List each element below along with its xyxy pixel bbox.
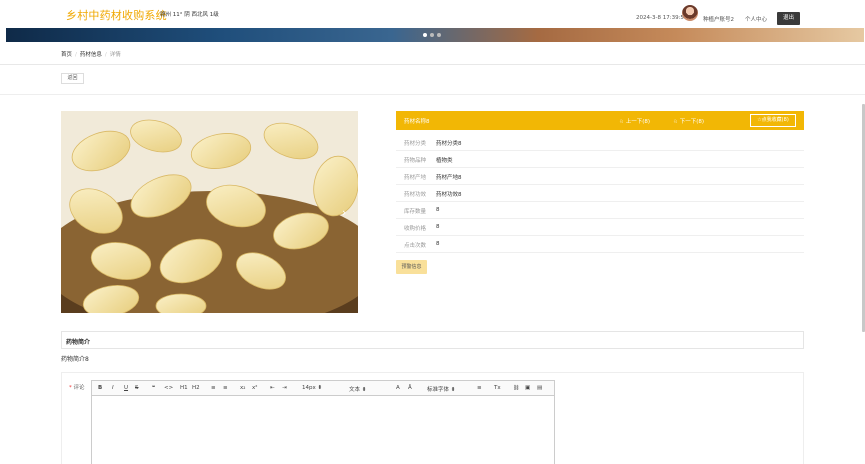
comment-editor[interactable]: B I U S ❝ <> H1 H2 ≡ ≡ x₂ x² ⇤ ⇥ 14px ⬍ …	[91, 380, 555, 464]
subscript-icon[interactable]: x₂	[240, 385, 245, 391]
carousel-dots	[423, 32, 444, 39]
datetime: 2024-3-8 17:39:56	[636, 15, 688, 21]
herb-name: 药材名称8	[404, 119, 430, 125]
heading2-icon[interactable]: H2	[192, 385, 200, 391]
weather-info: 赣州 11° 阴 西北风 1级	[160, 12, 219, 18]
code-icon[interactable]: <>	[164, 385, 173, 391]
outdent-icon[interactable]: ⇤	[270, 385, 275, 391]
user-center-link[interactable]: 个人中心	[745, 15, 767, 23]
breadcrumb-home[interactable]: 首页	[61, 52, 72, 58]
editor-toolbar: B I U S ❝ <> H1 H2 ≡ ≡ x₂ x² ⇤ ⇥ 14px ⬍ …	[92, 381, 554, 396]
breadcrumb-section[interactable]: 药材信息	[80, 52, 102, 58]
header: 乡村中药材收购系统 赣州 11° 阴 西北风 1级 2024-3-8 17:39…	[0, 0, 865, 28]
field-stock: 库存数量 8	[396, 202, 804, 219]
username[interactable]: 种植户账号2	[703, 15, 734, 23]
thumb-up-icon: ♘	[619, 119, 624, 125]
herb-slices-image	[61, 111, 358, 313]
bullet-list-icon[interactable]: ≡	[223, 385, 228, 391]
text-type-select[interactable]: 文本 ⬍	[349, 385, 366, 393]
strike-icon[interactable]: S	[135, 385, 139, 391]
field-effect: 药材功效 药材功效8	[396, 185, 804, 202]
clear-format-icon[interactable]: Tx	[494, 385, 501, 391]
image-icon[interactable]: ▣	[525, 385, 530, 391]
thumb-down-icon: ♘	[673, 119, 678, 125]
field-category: 药材分类 药材分类8	[396, 134, 804, 151]
warning-info-button[interactable]: 预警信息	[396, 260, 427, 274]
next-item-button[interactable]: ♘ 下一下(8)	[673, 117, 704, 125]
divider	[0, 64, 865, 65]
back-button[interactable]: 返回	[61, 73, 84, 84]
font-family-select[interactable]: 标准字体 ⬍	[427, 385, 455, 393]
carousel-dot[interactable]	[423, 33, 427, 37]
field-origin: 药材产地 药材产地8	[396, 168, 804, 185]
field-variety: 药物品种 植物类	[396, 151, 804, 168]
underline-icon[interactable]: U	[124, 385, 128, 391]
divider	[0, 94, 865, 95]
herb-photo	[61, 111, 358, 313]
breadcrumb-current: 详情	[109, 52, 121, 58]
indent-icon[interactable]: ⇥	[282, 385, 287, 391]
field-price: 收购价格 8	[396, 219, 804, 236]
avatar[interactable]	[682, 5, 698, 21]
italic-icon[interactable]: I	[112, 385, 114, 391]
intro-heading: 药物简介	[66, 339, 91, 346]
comment-label: * 评论	[69, 385, 85, 391]
herb-info-header: 药材名称8 ♘ 上一下(8) ♘ 下一下(8) ☆点我收藏(8)	[396, 111, 804, 130]
intro-section-header: 药物简介	[61, 331, 804, 349]
site-title[interactable]: 乡村中药材收购系统	[66, 7, 167, 23]
heading1-icon[interactable]: H1	[180, 385, 188, 391]
link-icon[interactable]: ⛓	[513, 385, 519, 391]
next-image-arrow-icon[interactable]: ›	[342, 206, 346, 219]
carousel-dot[interactable]	[437, 33, 441, 37]
font-color-icon[interactable]: A	[396, 385, 400, 391]
intro-text: 药物简介8	[61, 356, 89, 363]
bold-icon[interactable]: B	[98, 385, 102, 391]
favorite-button[interactable]: ☆点我收藏(8)	[750, 114, 796, 127]
ordered-list-icon[interactable]: ≡	[211, 385, 216, 391]
align-icon[interactable]: ≡	[477, 385, 482, 391]
logout-button[interactable]: 退出	[777, 12, 800, 25]
quote-icon[interactable]: ❝	[152, 385, 155, 391]
video-icon[interactable]: ▤	[537, 385, 542, 391]
superscript-icon[interactable]: x²	[252, 385, 257, 391]
background-color-icon[interactable]: Ā	[408, 385, 412, 391]
breadcrumb: 首页 / 药材信息 / 详情	[61, 52, 121, 58]
carousel-dot[interactable]	[430, 33, 434, 37]
font-size-select[interactable]: 14px ⬍	[302, 385, 322, 391]
field-clicks: 点击次数 8	[396, 236, 804, 253]
prev-item-button[interactable]: ♘ 上一下(8)	[619, 117, 650, 125]
